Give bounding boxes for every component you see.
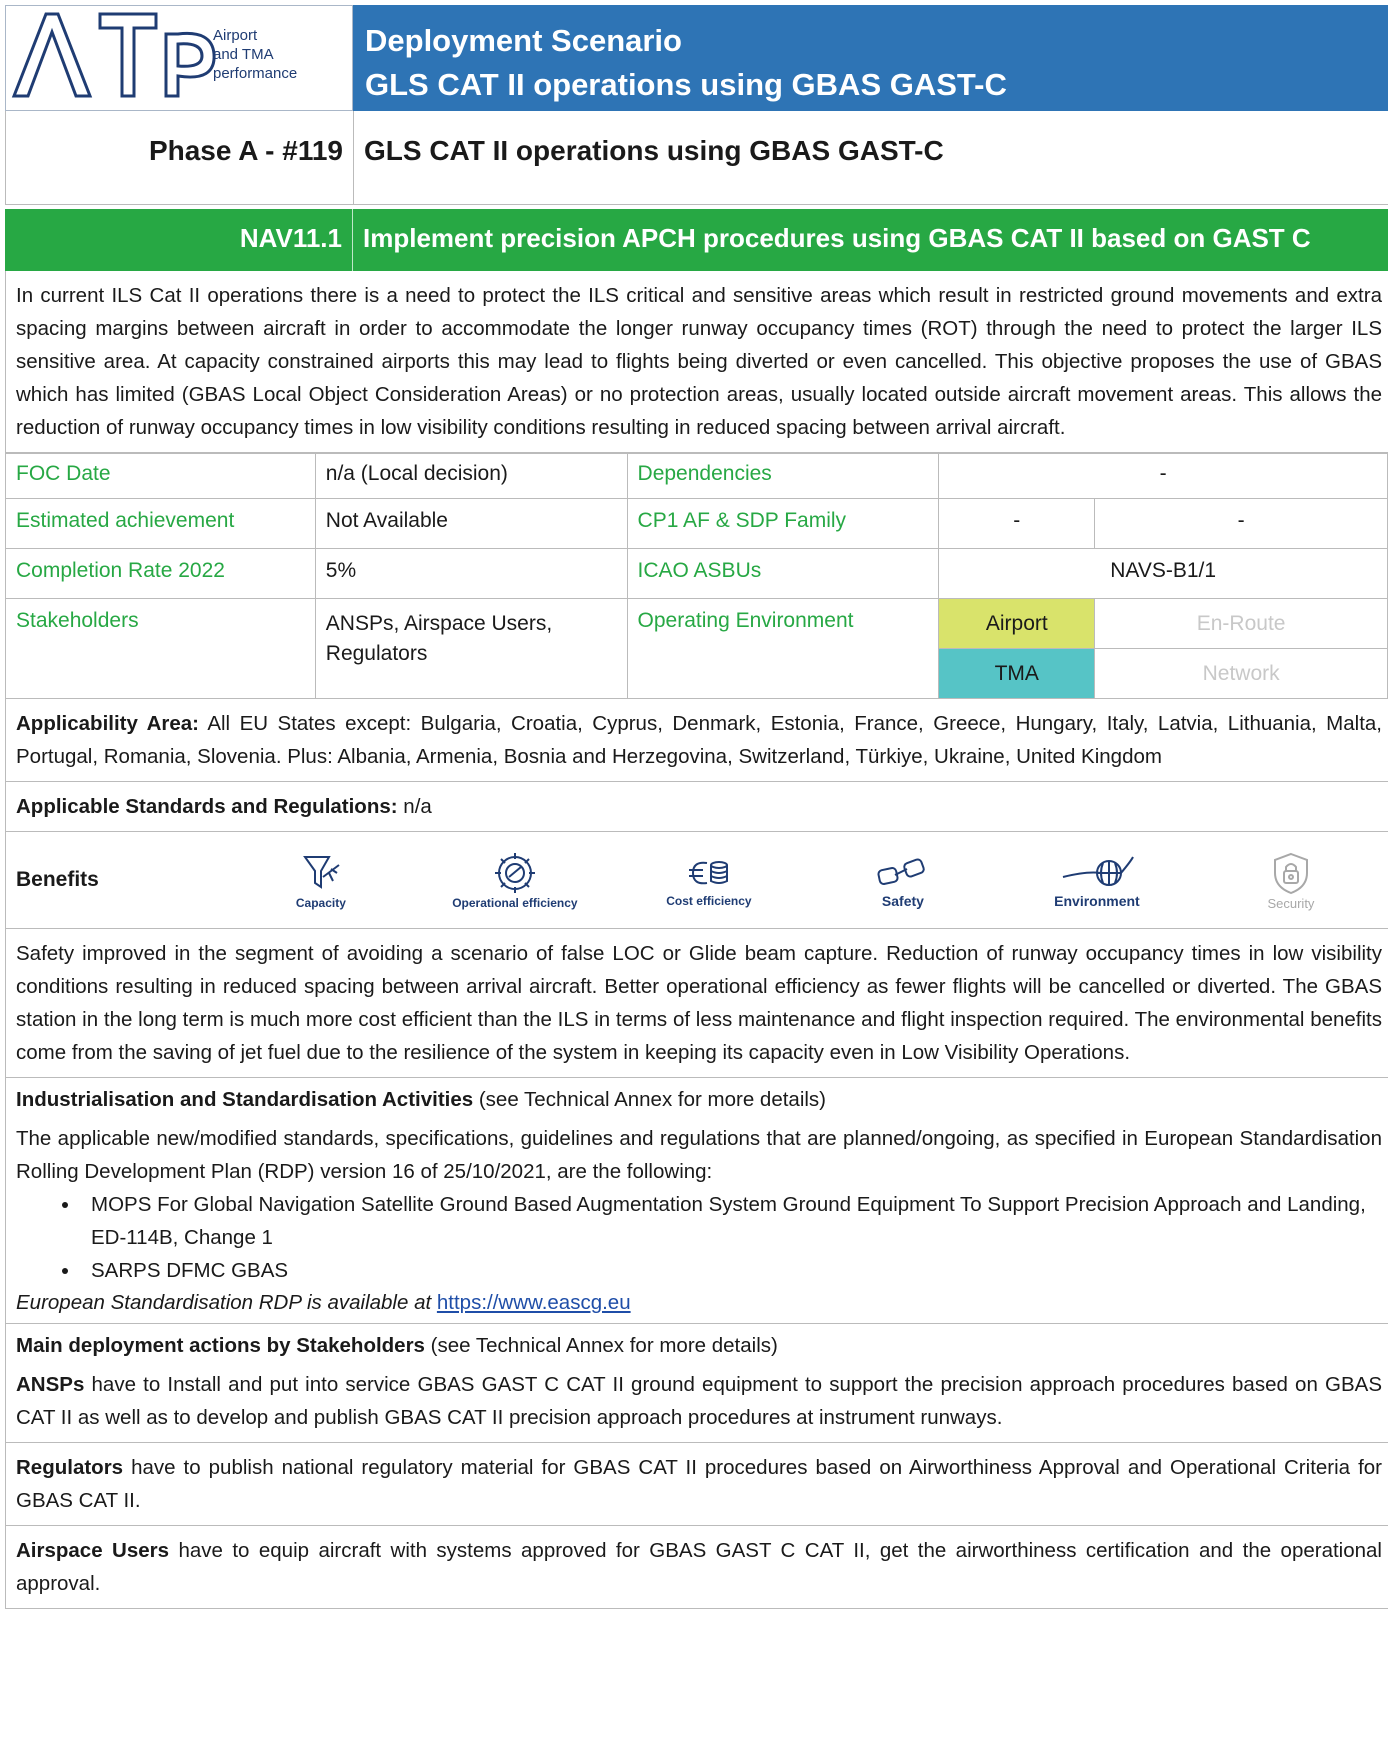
benefit-environment-label: Environment: [1054, 892, 1140, 909]
benefits-description: Safety improved in the segment of avoidi…: [5, 929, 1388, 1078]
document-page: Airport and TMA performance Deployment S…: [5, 5, 1388, 1609]
industrialisation-heading: Industrialisation and Standardisation Ac…: [5, 1078, 1388, 1118]
operating-environment-label: Operating Environment: [626, 598, 940, 699]
env-enroute: En-Route: [1094, 598, 1388, 649]
industrialisation-intro: The applicable new/modified standards, s…: [5, 1118, 1388, 1188]
deployment-action-airspace-users: Airspace Users have to equip aircraft wi…: [5, 1526, 1388, 1609]
operational-efficiency-icon: [494, 852, 535, 893]
phase-name: GLS CAT II operations using GBAS GAST-C: [364, 135, 944, 166]
applicability-area: Applicability Area: All EU States except…: [5, 699, 1388, 782]
phase-row: Phase A - #119 GLS CAT II operations usi…: [5, 111, 1388, 205]
atp-logo-icon: [11, 12, 216, 98]
safety-icon: [877, 857, 925, 885]
standards-label: Applicable Standards and Regulations:: [16, 795, 398, 818]
benefit-cost-efficiency-label: Cost efficiency: [666, 893, 752, 908]
foc-value: n/a (Local decision): [314, 453, 628, 499]
atp-logo: Airport and TMA performance: [5, 5, 353, 111]
standards-text: n/a: [397, 795, 432, 818]
applicable-standards: Applicable Standards and Regulations: n/…: [5, 782, 1388, 832]
benefits-row: Benefits Capacity Operational efficiency: [5, 832, 1388, 929]
rdp-text: European Standardisation RDP is availabl…: [16, 1291, 437, 1314]
action-text: have to equip aircraft with systems appr…: [16, 1539, 1382, 1595]
cp1-value-1: -: [938, 498, 1096, 549]
deployment-heading: Main deployment actions by Stakeholders …: [5, 1324, 1388, 1364]
standards-list: MOPS For Global Navigation Satellite Gro…: [5, 1188, 1388, 1287]
stakeholders-label: Stakeholders: [5, 598, 316, 699]
action-who: ANSPs: [16, 1373, 85, 1396]
cost-efficiency-icon: [688, 860, 728, 884]
benefit-safety: Safety: [806, 853, 1000, 908]
phase-code: Phase A - #119: [6, 111, 354, 204]
security-icon: [1273, 852, 1308, 894]
rdp-note: European Standardisation RDP is availabl…: [5, 1287, 1388, 1324]
info-table: FOC Date n/a (Local decision) Dependenci…: [5, 453, 1388, 699]
action-who: Airspace Users: [16, 1539, 170, 1562]
applicability-label: Applicability Area:: [16, 712, 199, 735]
icao-label: ICAO ASBUs: [626, 548, 940, 599]
list-item: SARPS DFMC GBAS: [81, 1254, 1378, 1287]
logo-line2: and TMA: [213, 46, 274, 63]
deployment-action-regulators: Regulators have to publish national regu…: [5, 1443, 1388, 1526]
industrialisation-note: (see Technical Annex for more details): [473, 1088, 827, 1111]
env-network: Network: [1094, 648, 1388, 699]
benefit-cost-efficiency: Cost efficiency: [612, 853, 806, 908]
industrialisation-title: Industrialisation and Standardisation Ac…: [16, 1088, 474, 1111]
estimated-value: Not Available: [314, 498, 628, 549]
title-line-1: Deployment Scenario: [365, 23, 682, 58]
title-line-2: GLS CAT II operations using GBAS GAST-C: [365, 67, 1007, 102]
dependencies-value: -: [938, 453, 1388, 499]
benefit-security: Security: [1194, 851, 1388, 910]
action-who: Regulators: [16, 1456, 124, 1479]
header: Airport and TMA performance Deployment S…: [5, 5, 1388, 111]
icao-value: NAVS-B1/1: [938, 548, 1388, 599]
capacity-icon: [302, 855, 340, 889]
environment-icon: [1062, 856, 1134, 886]
benefits-label: Benefits: [16, 868, 99, 891]
deployment-note: (see Technical Annex for more details): [424, 1334, 778, 1357]
rdp-link[interactable]: https://www.eascg.eu: [437, 1291, 631, 1314]
benefit-operational-efficiency: Operational efficiency: [418, 851, 612, 910]
deployment-action-ansps: ANSPs have to Install and put into servi…: [5, 1364, 1388, 1443]
cp1-label: CP1 AF & SDP Family: [626, 498, 940, 549]
logo-line1: Airport: [213, 27, 258, 44]
estimated-label: Estimated achievement: [5, 498, 316, 549]
env-tma: TMA: [938, 648, 1096, 699]
benefit-safety-label: Safety: [881, 892, 924, 909]
objective-description: In current ILS Cat II operations there i…: [5, 271, 1388, 453]
foc-label: FOC Date: [5, 453, 316, 499]
completion-value: 5%: [314, 548, 628, 599]
list-item: MOPS For Global Navigation Satellite Gro…: [81, 1188, 1378, 1254]
objective-code: NAV11.1: [5, 209, 353, 271]
dependencies-label: Dependencies: [626, 453, 940, 499]
applicability-text: All EU States except: Bulgaria, Croatia,…: [16, 712, 1382, 768]
env-airport: Airport: [938, 598, 1096, 649]
action-text: have to Install and put into service GBA…: [16, 1373, 1382, 1429]
objective-name: Implement precision APCH procedures usin…: [363, 223, 1311, 253]
stakeholders-value: ANSPs, Airspace Users, Regulators: [314, 598, 628, 699]
completion-label: Completion Rate 2022: [5, 548, 316, 599]
benefit-capacity: Capacity: [224, 851, 418, 910]
deployment-title: Main deployment actions by Stakeholders: [16, 1334, 425, 1357]
objective-row: NAV11.1 Implement precision APCH procedu…: [5, 209, 1388, 271]
benefit-environment: Environment: [1000, 853, 1194, 908]
benefit-capacity-label: Capacity: [295, 895, 346, 910]
benefit-operational-efficiency-label: Operational efficiency: [452, 895, 578, 910]
benefit-security-label: Security: [1267, 895, 1315, 911]
logo-line3: performance: [213, 65, 298, 82]
cp1-value-2: -: [1094, 498, 1388, 549]
action-text: have to publish national regulatory mate…: [16, 1456, 1382, 1512]
title-banner: Deployment Scenario GLS CAT II operation…: [353, 5, 1388, 111]
